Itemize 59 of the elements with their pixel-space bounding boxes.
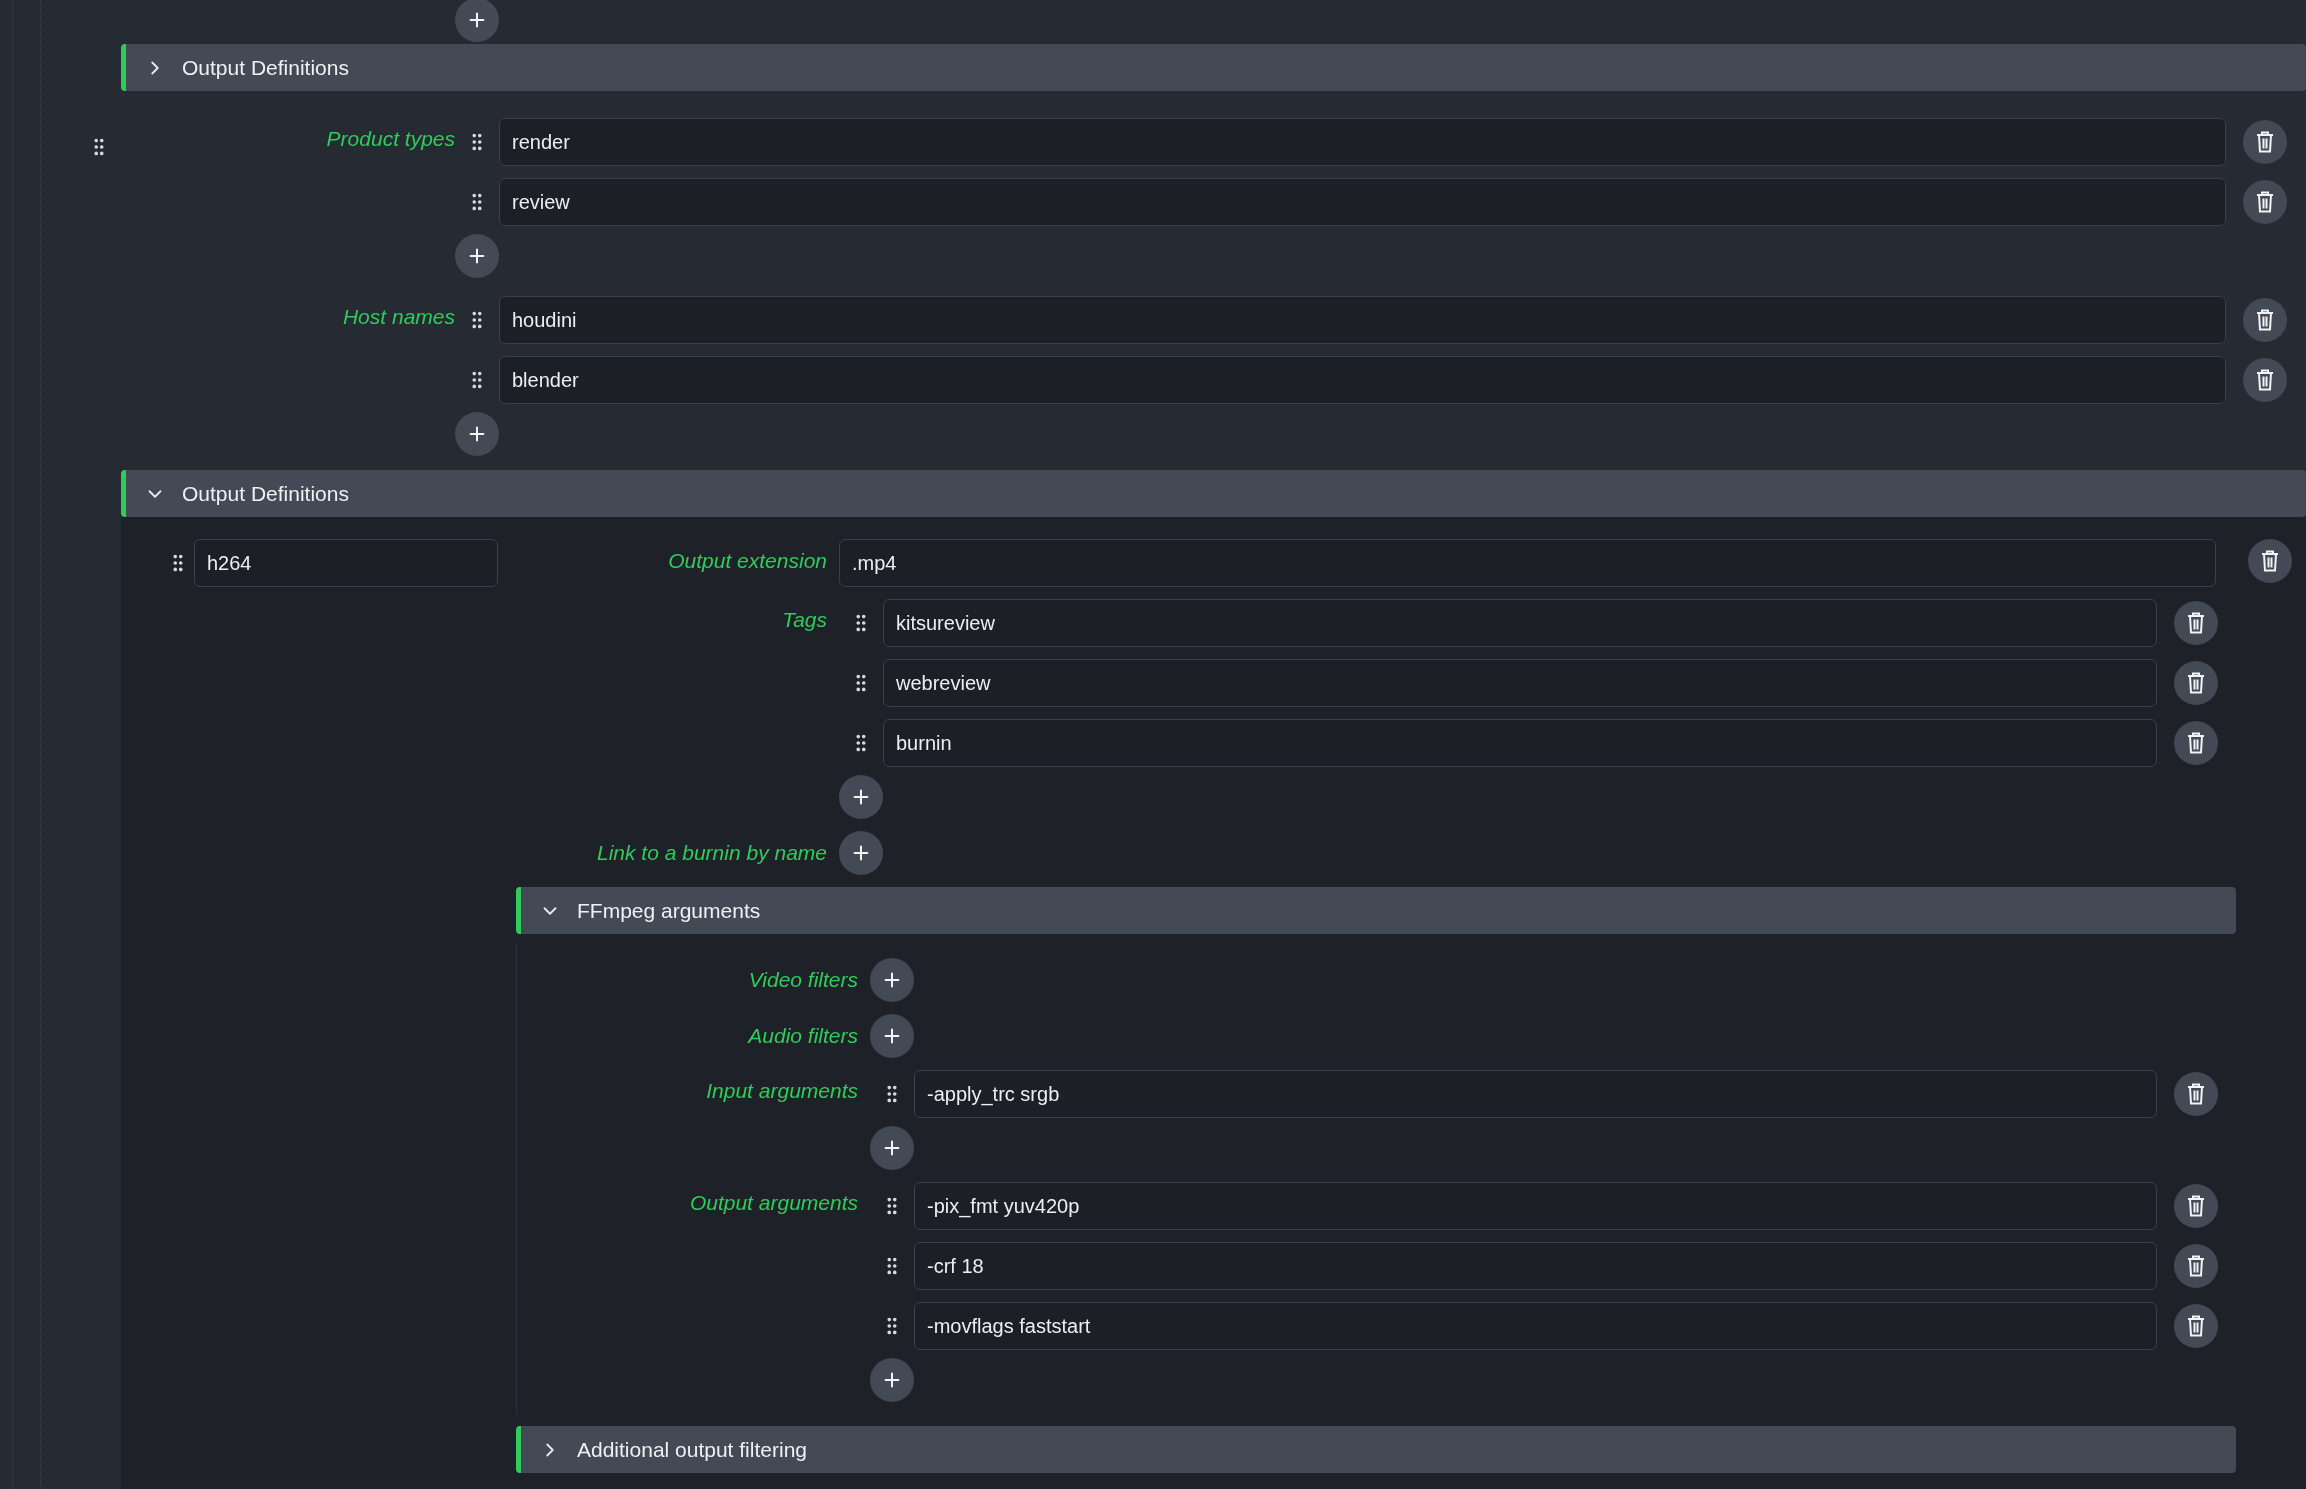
delete-button[interactable] bbox=[2174, 1072, 2218, 1116]
add-button[interactable] bbox=[455, 0, 499, 42]
field-label: Host names bbox=[341, 304, 455, 329]
trash-icon bbox=[2187, 1255, 2205, 1277]
name-input[interactable]: h264 bbox=[194, 539, 498, 587]
text-input[interactable]: blender bbox=[499, 356, 2226, 404]
text-input[interactable]: -crf 18 bbox=[914, 1242, 2157, 1290]
section-header[interactable]: Additional output filtering bbox=[516, 1426, 2236, 1473]
field-label: Output extension bbox=[667, 548, 827, 573]
delete-button[interactable] bbox=[2243, 358, 2287, 402]
text-input[interactable]: houdini bbox=[499, 296, 2226, 344]
trash-icon bbox=[2187, 672, 2205, 694]
text-input[interactable]: -apply_trc srgb bbox=[914, 1070, 2157, 1118]
add-button[interactable] bbox=[870, 1126, 914, 1170]
trash-icon bbox=[2187, 1083, 2205, 1105]
text-input[interactable]: kitsureview bbox=[883, 599, 2157, 647]
trash-icon bbox=[2187, 732, 2205, 754]
trash-icon bbox=[2256, 191, 2274, 213]
field-label: Audio filters bbox=[746, 1023, 858, 1048]
add-button[interactable] bbox=[839, 831, 883, 875]
trash-icon bbox=[2256, 309, 2274, 331]
trash-icon bbox=[2187, 1195, 2205, 1217]
add-button[interactable] bbox=[455, 412, 499, 456]
add-button[interactable] bbox=[870, 958, 914, 1002]
field-label: Video filters bbox=[747, 967, 858, 992]
delete-button[interactable] bbox=[2174, 1184, 2218, 1228]
trash-icon bbox=[2261, 550, 2279, 572]
section-header[interactable]: Output Definitions bbox=[121, 470, 2306, 517]
add-button[interactable] bbox=[870, 1014, 914, 1058]
delete-button[interactable] bbox=[2243, 180, 2287, 224]
field-label: Output arguments bbox=[688, 1190, 858, 1215]
trash-icon bbox=[2187, 1315, 2205, 1337]
trash-icon bbox=[2256, 131, 2274, 153]
delete-button[interactable] bbox=[2243, 298, 2287, 342]
trash-icon bbox=[2256, 369, 2274, 391]
text-input[interactable]: webreview bbox=[883, 659, 2157, 707]
section-header[interactable]: FFmpeg arguments bbox=[516, 887, 2236, 934]
trash-icon bbox=[2187, 612, 2205, 634]
delete-button[interactable] bbox=[2174, 721, 2218, 765]
delete-button[interactable] bbox=[2248, 539, 2292, 583]
text-input[interactable]: -pix_fmt yuv420p bbox=[914, 1182, 2157, 1230]
delete-button[interactable] bbox=[2174, 1244, 2218, 1288]
delete-button[interactable] bbox=[2174, 1304, 2218, 1348]
field-label: Input arguments bbox=[705, 1078, 858, 1103]
add-button[interactable] bbox=[839, 775, 883, 819]
text-input[interactable]: .mp4 bbox=[839, 539, 2216, 587]
add-button[interactable] bbox=[455, 234, 499, 278]
delete-button[interactable] bbox=[2174, 601, 2218, 645]
delete-button[interactable] bbox=[2243, 120, 2287, 164]
delete-button[interactable] bbox=[2174, 661, 2218, 705]
field-label: Product types bbox=[325, 126, 455, 151]
section-header[interactable]: Output Definitions bbox=[121, 44, 2306, 91]
text-input[interactable]: render bbox=[499, 118, 2226, 166]
field-label: Link to a burnin by name bbox=[596, 840, 827, 865]
text-input[interactable]: review bbox=[499, 178, 2226, 226]
text-input[interactable]: -movflags faststart bbox=[914, 1302, 2157, 1350]
field-label: Tags bbox=[781, 607, 827, 632]
text-input[interactable]: burnin bbox=[883, 719, 2157, 767]
add-button[interactable] bbox=[870, 1358, 914, 1402]
